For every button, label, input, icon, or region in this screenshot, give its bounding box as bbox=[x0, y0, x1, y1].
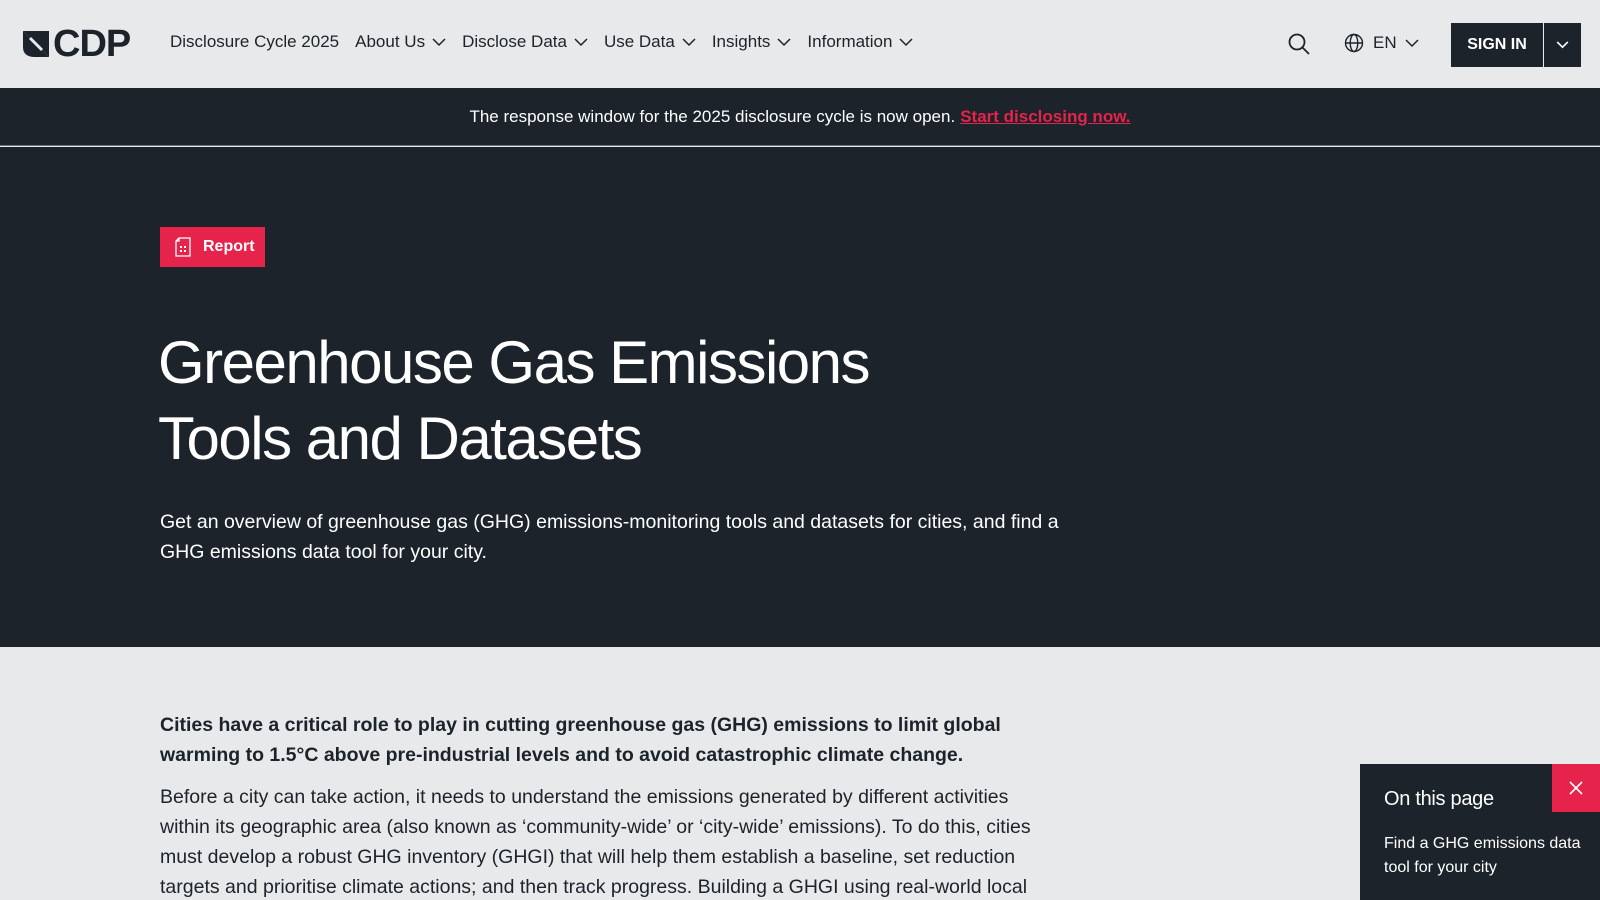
nav-information[interactable]: Information bbox=[807, 32, 913, 52]
body-paragraph: Before a city can take action, it needs … bbox=[160, 786, 1031, 898]
nav-label: Use Data bbox=[603, 32, 675, 51]
nav-disclose-data[interactable]: Disclose Data bbox=[462, 32, 588, 52]
badge-label: Report bbox=[203, 238, 255, 255]
main-nav: Disclosure Cycle 2025 About Us Disclose … bbox=[170, 32, 929, 52]
nav-insights[interactable]: Insights bbox=[712, 32, 792, 52]
search-icon[interactable] bbox=[1287, 32, 1311, 56]
page-title-line-2: Tools and Datasets bbox=[158, 405, 643, 472]
chevron-down-icon bbox=[1405, 38, 1419, 47]
hero-section: Report Greenhouse Gas Emissions Tools an… bbox=[0, 147, 1600, 647]
lead-paragraph: Cities have a critical role to play in c… bbox=[160, 714, 1001, 766]
nav-label: About Us bbox=[355, 32, 426, 51]
chevron-down-icon bbox=[574, 37, 588, 46]
nav-label: Information bbox=[807, 32, 893, 51]
on-this-page-panel: On this page Find a GHG emissions data t… bbox=[1360, 764, 1600, 900]
language-selector[interactable]: EN bbox=[1344, 33, 1419, 53]
chevron-down-icon bbox=[432, 37, 446, 46]
nav-use-data[interactable]: Use Data bbox=[604, 32, 696, 52]
globe-icon bbox=[1344, 33, 1364, 53]
nav-label: Insights bbox=[711, 32, 771, 51]
cdp-logo[interactable]: CDP bbox=[21, 23, 131, 65]
hero-description: Get an overview of greenhouse gas (GHG) … bbox=[160, 511, 1059, 563]
start-disclosing-link[interactable]: Start disclosing now. bbox=[960, 107, 1130, 127]
close-panel-button[interactable] bbox=[1552, 764, 1600, 812]
nav-label: Disclose Data bbox=[462, 32, 567, 51]
chevron-down-icon bbox=[777, 37, 791, 46]
chevron-down-icon bbox=[682, 37, 696, 46]
document-icon bbox=[175, 237, 191, 257]
article-body: Cities have a critical role to play in c… bbox=[160, 710, 1060, 900]
page-title-line-1: Greenhouse Gas Emissions bbox=[158, 329, 871, 396]
close-icon bbox=[1569, 781, 1583, 795]
chevron-down-icon bbox=[899, 37, 913, 46]
sign-in-button[interactable]: SIGN IN bbox=[1451, 23, 1543, 67]
announcement-bar: The response window for the 2025 disclos… bbox=[0, 88, 1600, 146]
logo-text: CDP bbox=[53, 23, 131, 65]
nav-label: Disclosure Cycle 2025 bbox=[170, 32, 340, 51]
sign-in-dropdown-button[interactable] bbox=[1544, 23, 1581, 67]
chevron-down-icon bbox=[1556, 41, 1569, 49]
report-badge: Report bbox=[160, 227, 265, 267]
page-title: Greenhouse Gas Emissions Tools and Datas… bbox=[158, 325, 918, 477]
language-label: EN bbox=[1373, 33, 1397, 52]
announcement-text: The response window for the 2025 disclos… bbox=[469, 106, 956, 126]
cdp-leaf-icon bbox=[23, 31, 49, 57]
nav-disclosure-cycle[interactable]: Disclosure Cycle 2025 bbox=[170, 32, 339, 52]
nav-about-us[interactable]: About Us bbox=[355, 32, 446, 52]
site-header: CDP Disclosure Cycle 2025 About Us Discl… bbox=[0, 0, 1600, 88]
on-this-page-link[interactable]: Find a GHG emissions data tool for your … bbox=[1384, 832, 1584, 880]
on-this-page-title: On this page bbox=[1384, 788, 1494, 810]
